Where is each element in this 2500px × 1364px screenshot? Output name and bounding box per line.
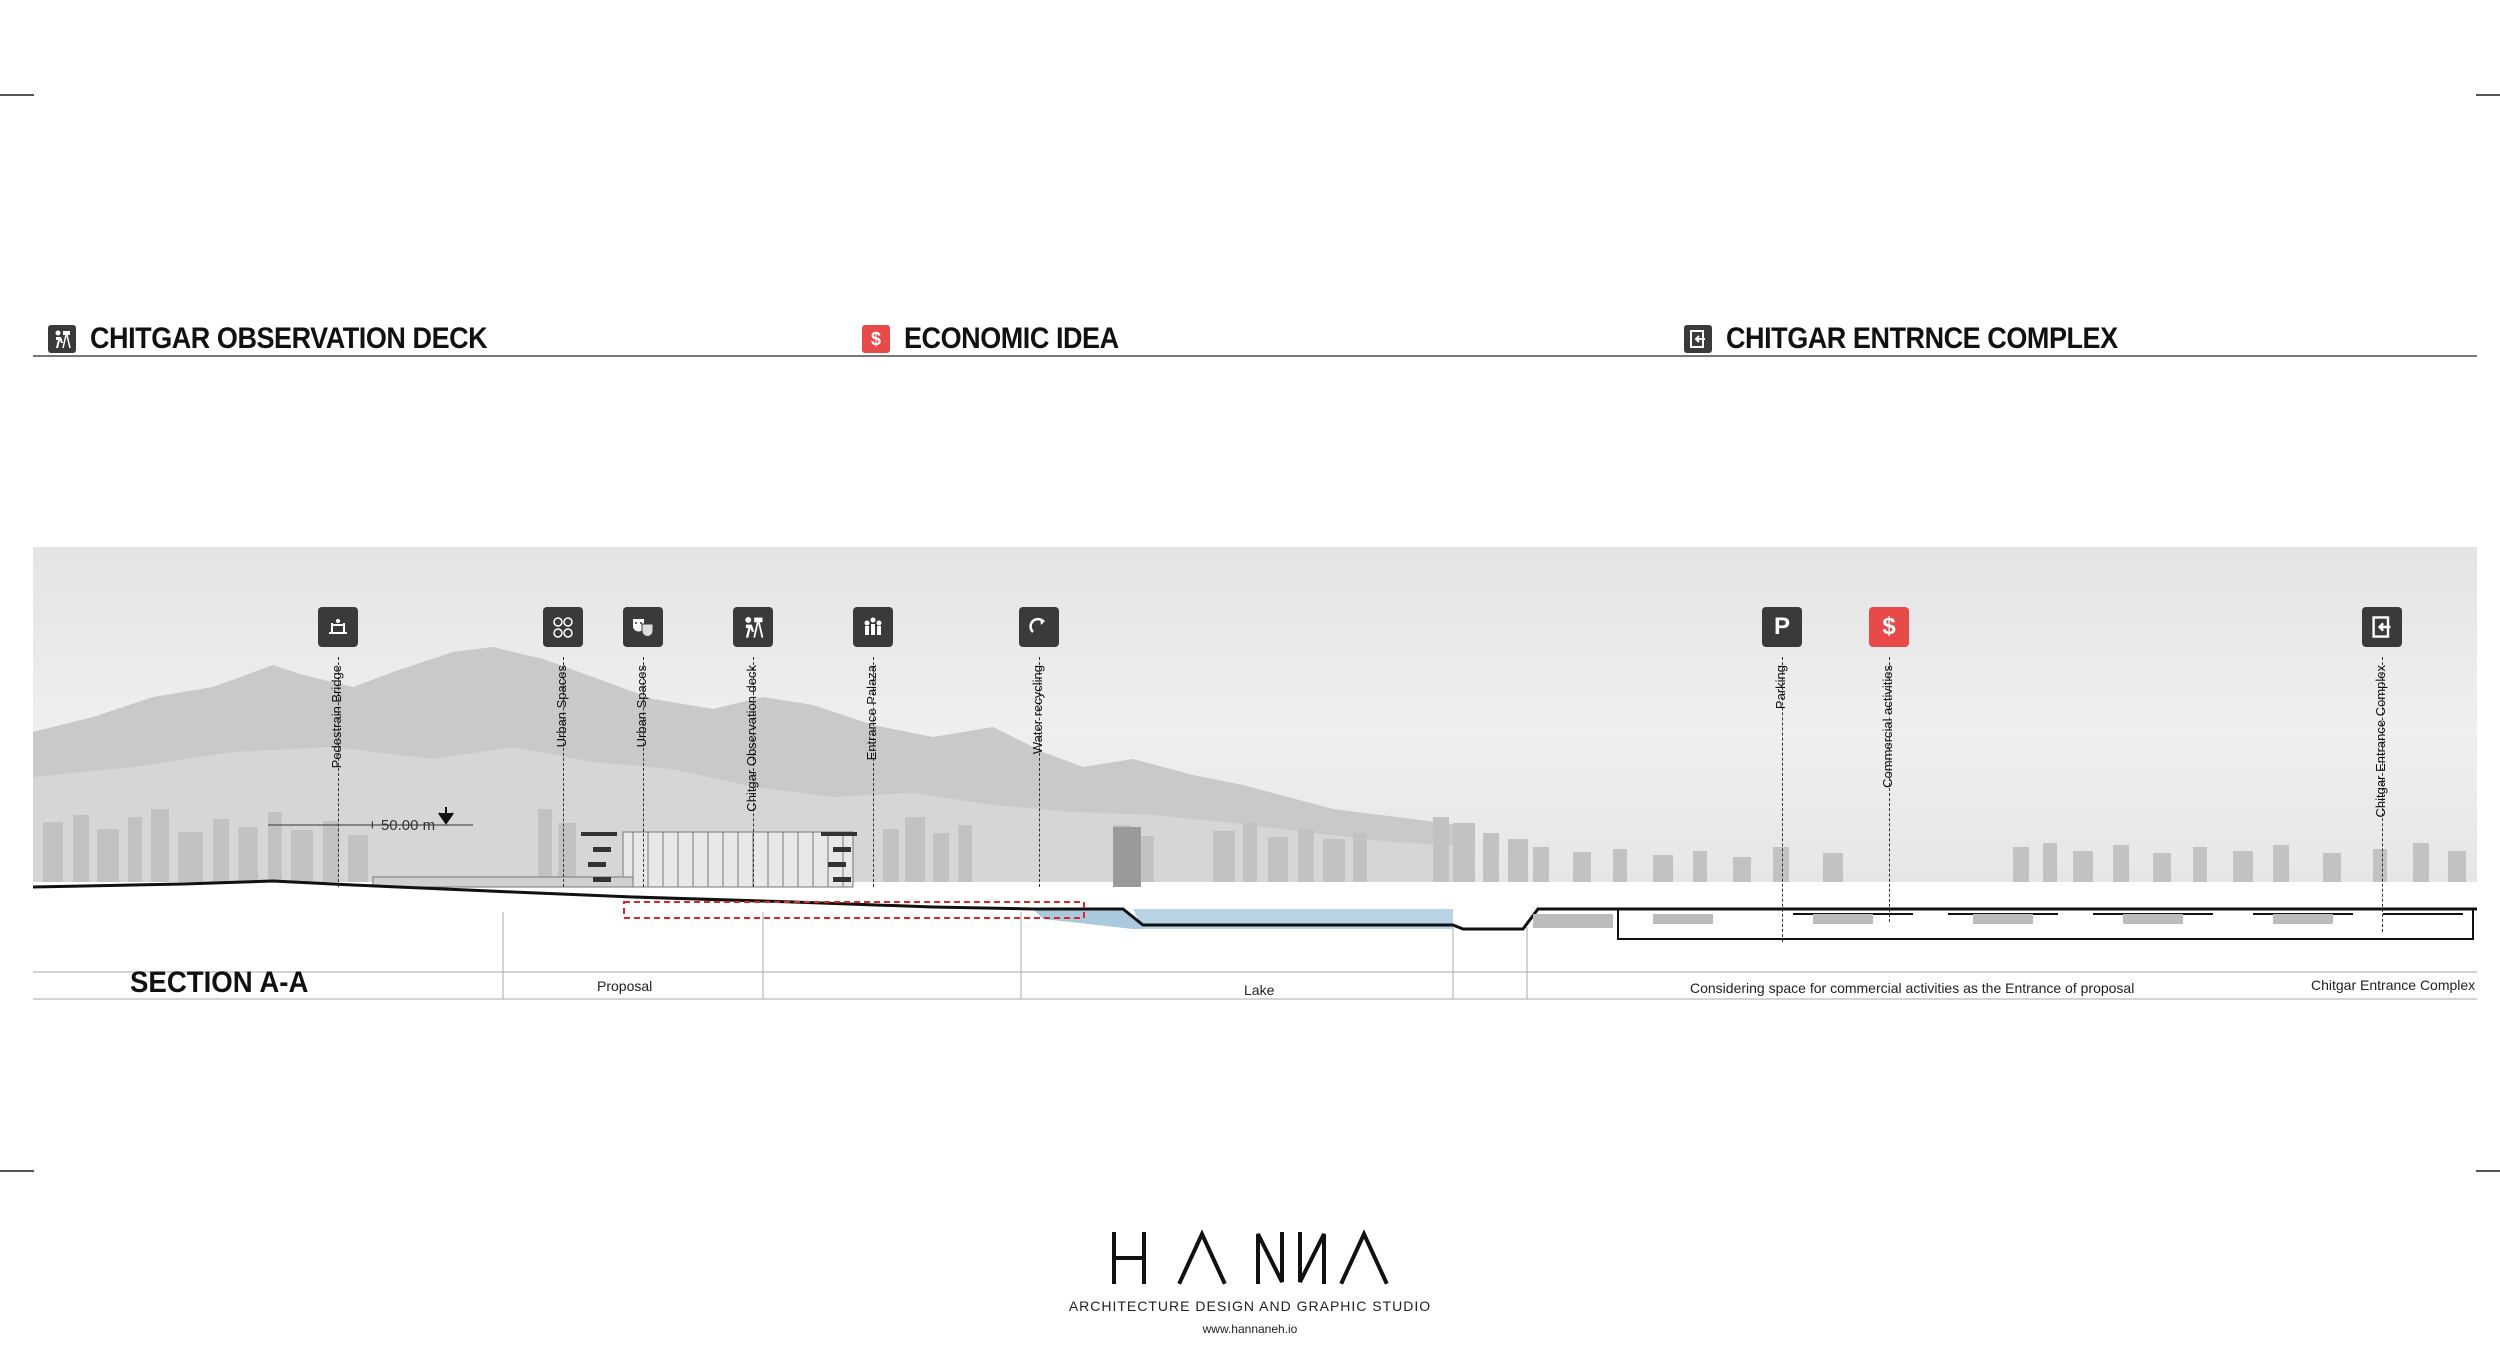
studio-url: www.hannaneh.io [1202,1322,1298,1336]
header-economic-idea: $ ECONOMIC IDEA [862,322,1143,356]
marker-label: Water recycling [1030,665,1045,755]
people-network-icon [543,607,583,647]
zone-label-commercial: Considering space for commercial activit… [1690,980,2135,996]
section-title: SECTION A-A [130,966,309,999]
observation-icon [733,607,773,647]
entrance-icon [1684,325,1712,353]
header-label: CHITGAR ENTRNCE COMPLEX [1726,322,2118,355]
bridge-icon [318,607,358,647]
crop-mark [0,94,34,96]
header-label: CHITGAR OBSERVATION DECK [90,322,488,355]
header-observation-deck: CHITGAR OBSERVATION DECK [48,322,531,356]
theater-masks-icon [623,607,663,647]
marker-label: Entrance Palaza [864,665,879,761]
zone-label-lake: Lake [1244,982,1275,998]
header-entrance-complex: CHITGAR ENTRNCE COMPLEX [1684,322,2161,356]
marker-label: Parking [1773,665,1788,710]
recycle-arrow-icon [1019,607,1059,647]
entrance-icon [2362,607,2402,647]
observation-icon [48,325,76,353]
header-label: ECONOMIC IDEA [904,322,1119,355]
hanna-logo [1112,1229,1389,1285]
studio-tagline: ARCHITECTURE DESIGN AND GRAPHIC STUDIO [1068,1298,1432,1314]
dollar-icon: $ [862,325,890,353]
section-drawing: + 50.00 m [33,547,2477,1002]
crop-mark [0,1170,34,1172]
marker-label: Urban Spaces [554,665,569,748]
zone-label-proposal: Proposal [597,978,653,994]
tower [1113,827,1141,887]
crop-mark [2476,1170,2500,1172]
parking-icon: P [1762,607,1802,647]
elevation-label: + 50.00 m [368,817,435,834]
marker-label: Commercial activities [1880,665,1895,788]
marker-label: Urban Spaces [634,665,649,748]
marker-label: Chitgar Observation deck [744,665,759,812]
header-rule [33,355,2477,357]
zone-label-entrance: Chitgar Entrance Complex [2311,977,2476,993]
crop-mark [2476,94,2500,96]
marker-label: Pedestrain Bridge [329,665,344,769]
dollar-icon: $ [1869,607,1909,647]
plaza-icon [853,607,893,647]
marker-label: Chitgar Entrance Complex [2373,665,2388,818]
